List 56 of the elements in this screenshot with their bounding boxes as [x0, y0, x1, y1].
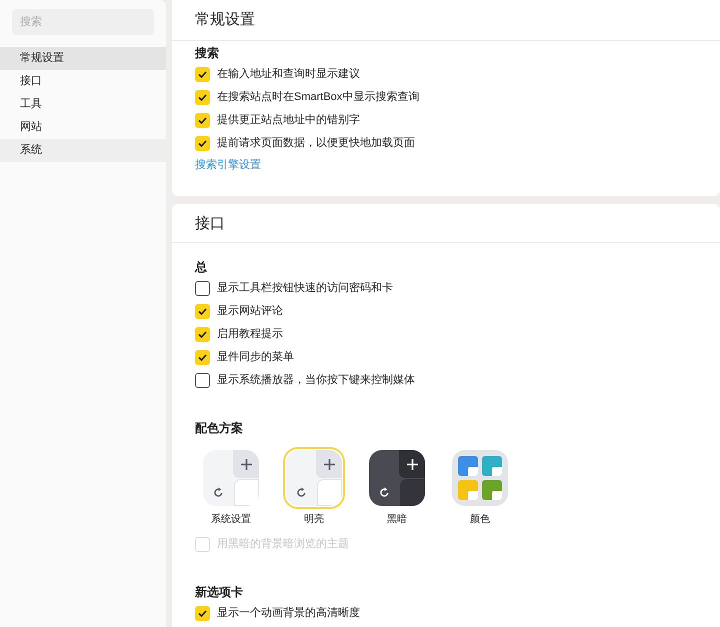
card-title: 常规设置: [172, 0, 720, 41]
theme-label: 明亮: [304, 512, 324, 527]
checkbox[interactable]: [195, 304, 210, 319]
checkbox[interactable]: [195, 67, 210, 82]
theme-label: 黑暗: [387, 512, 407, 527]
check-icon: [198, 331, 207, 338]
checkbox[interactable]: [195, 327, 210, 342]
check-icon: [198, 94, 207, 101]
sidebar-item[interactable]: 网站: [0, 116, 166, 139]
sidebar-item[interactable]: 接口: [0, 70, 166, 93]
checkbox[interactable]: [195, 113, 210, 128]
check-icon: [198, 117, 207, 124]
plus-icon: [240, 458, 252, 470]
checkbox[interactable]: [195, 350, 210, 365]
search-field[interactable]: 搜索: [12, 9, 154, 35]
theme-label: 颜色: [470, 512, 490, 527]
reload-icon: [378, 486, 390, 498]
card-title: 接口: [172, 204, 720, 243]
theme-tile[interactable]: [449, 447, 511, 509]
checkbox[interactable]: [195, 90, 210, 105]
check-icon: [198, 71, 207, 78]
checkbox[interactable]: [195, 136, 210, 151]
option-label: 提前请求页面数据，以便更快地加载页面: [217, 136, 415, 152]
option-label: 显示工具栏按钮快速的访问密码和卡: [217, 280, 393, 296]
theme-label: 系统设置: [211, 512, 251, 527]
section-heading: 总: [195, 259, 208, 276]
checkbox[interactable]: [195, 281, 210, 296]
section-heading: 配色方案: [195, 420, 244, 437]
check-icon: [198, 308, 207, 315]
reload-icon: [296, 486, 306, 498]
plus-icon: [406, 458, 418, 470]
option-label: 在输入地址和查询时显示建议: [217, 67, 360, 82]
option-label: 提供更正站点地址中的错别字: [217, 112, 360, 128]
check-icon: [198, 610, 207, 617]
section-heading: 搜索: [195, 45, 220, 62]
option-label: 显示一个动画背景的高清晰度: [217, 606, 360, 622]
option-label: 显件同步的菜单: [217, 350, 294, 366]
theme-tile[interactable]: [200, 447, 262, 509]
sidebar-item[interactable]: 工具: [0, 93, 166, 116]
checkbox[interactable]: [195, 606, 210, 621]
checkbox[interactable]: [195, 373, 210, 388]
theme-tile[interactable]: [366, 447, 428, 509]
option-label: 启用教程提示: [217, 326, 283, 342]
plus-icon: [324, 458, 334, 470]
option-label: 显示系统播放器，当你按下键来控制媒体: [217, 372, 415, 388]
search-engine-link[interactable]: 搜索引擎设置: [195, 157, 261, 174]
option-label: 用黑暗的背景暗浏览的主题: [217, 536, 349, 552]
sidebar-item[interactable]: 常规设置: [0, 47, 166, 70]
sidebar-item[interactable]: 系统: [0, 139, 166, 162]
reload-icon: [212, 486, 224, 498]
check-icon: [198, 140, 207, 147]
section-heading: 新选项卡: [195, 584, 244, 601]
theme-tile[interactable]: [283, 447, 345, 509]
check-icon: [198, 354, 207, 361]
option-label: 在搜索站点时在SmartBox中显示搜索查询: [217, 90, 420, 106]
option-label: 显示网站评论: [217, 304, 283, 320]
